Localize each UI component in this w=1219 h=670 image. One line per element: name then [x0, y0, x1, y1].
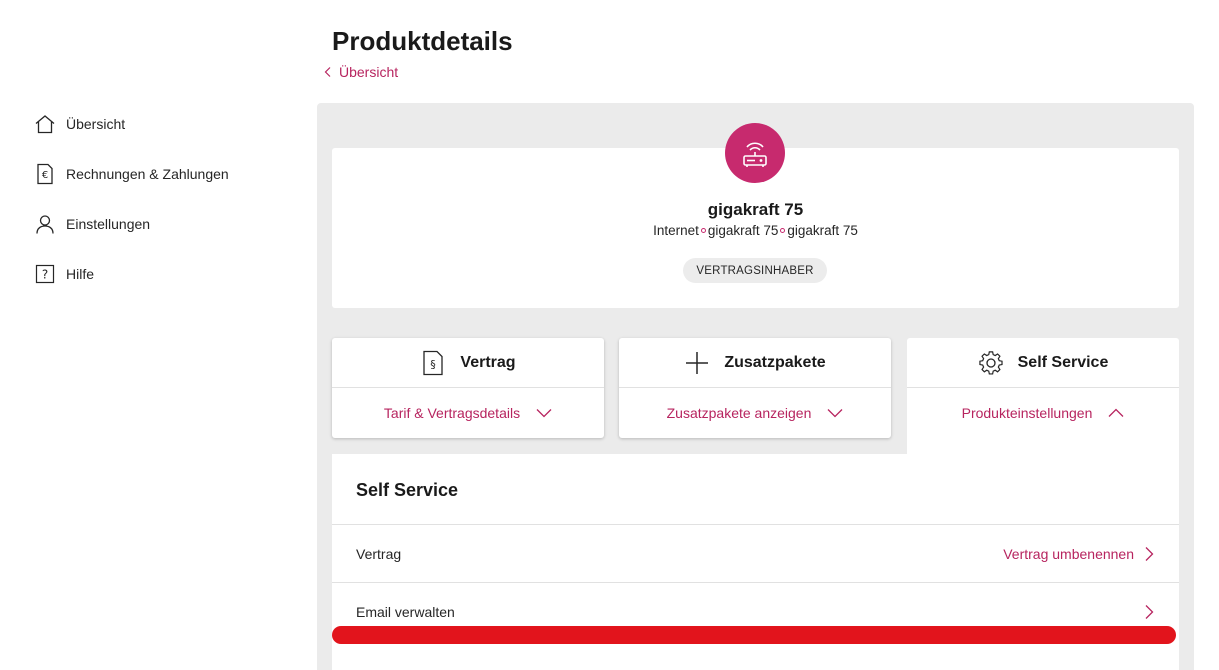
tile-header: Zusatzpakete: [619, 338, 891, 388]
chevron-up-icon: [1108, 408, 1124, 417]
product-type: Internet: [653, 223, 699, 238]
product-tariff: gigakraft 75: [707, 223, 779, 238]
addons-toggle[interactable]: Zusatzpakete anzeigen: [619, 388, 891, 438]
chevron-down-icon: [827, 409, 843, 418]
contract-icon: §: [420, 350, 446, 376]
product-settings-toggle[interactable]: Produkteinstellungen: [907, 388, 1179, 438]
help-icon: ?: [34, 263, 56, 285]
sidebar-item-invoices[interactable]: € Rechnungen & Zahlungen: [34, 162, 229, 186]
router-icon: [725, 123, 785, 183]
chevron-right-icon: [1145, 604, 1154, 619]
sidebar-item-help[interactable]: ? Hilfe: [34, 262, 94, 286]
breadcrumb-label: Übersicht: [339, 64, 399, 80]
sidebar-item-overview[interactable]: Übersicht: [34, 112, 125, 136]
row-action-label: Vertrag umbenennen: [1003, 545, 1134, 562]
list-item-vertrag[interactable]: Vertrag Vertrag umbenennen: [332, 524, 1179, 582]
product-variant: gigakraft 75: [787, 223, 858, 238]
product-name: gigakraft 75: [707, 200, 804, 219]
tile-title: Self Service: [1017, 353, 1109, 371]
tile-header: § Vertrag: [332, 338, 604, 388]
chevron-left-icon: [324, 67, 331, 77]
tile-zusatzpakete: Zusatzpakete Zusatzpakete anzeigen: [619, 338, 891, 438]
tile-link-label: Tarif & Vertragsdetails: [383, 405, 521, 421]
svg-text:§: §: [431, 358, 437, 371]
role-badge: VERTRAGSINHABER: [683, 258, 827, 283]
tile-link-label: Zusatzpakete anzeigen: [666, 405, 812, 421]
tile-vertrag: § Vertrag Tarif & Vertragsdetails: [332, 338, 604, 438]
sidebar-item-label: Rechnungen & Zahlungen: [66, 166, 229, 182]
tile-title: Zusatzpakete: [724, 353, 826, 371]
invoice-icon: €: [34, 163, 56, 185]
separator-dot-icon: [700, 228, 706, 234]
chevron-down-icon: [536, 409, 552, 418]
plus-icon: [684, 350, 710, 376]
row-label: Email verwalten: [356, 603, 455, 620]
sidebar-item-label: Einstellungen: [66, 216, 151, 232]
chevron-right-icon: [1145, 546, 1154, 561]
row-label: Vertrag: [356, 545, 402, 562]
tile-self-service: Self Service Produkteinstellungen: [907, 338, 1179, 454]
tile-link-label: Produkteinstellungen: [961, 405, 1093, 421]
page-title: Produktdetails: [332, 26, 513, 56]
tile-header: Self Service: [907, 338, 1179, 388]
gear-icon: [978, 350, 1004, 376]
separator-dot-icon: [780, 228, 786, 234]
svg-text:€: €: [42, 170, 48, 181]
svg-text:?: ?: [42, 268, 48, 282]
home-icon: [34, 113, 56, 135]
self-service-title: Self Service: [356, 480, 459, 500]
sidebar-item-settings[interactable]: Einstellungen: [34, 212, 150, 236]
sidebar: Übersicht € Rechnungen & Zahlungen Einst…: [0, 0, 300, 670]
breadcrumb-back-link[interactable]: Übersicht: [322, 64, 398, 80]
tariff-details-toggle[interactable]: Tarif & Vertragsdetails: [332, 388, 604, 438]
rename-contract-link[interactable]: Vertrag umbenennen: [1003, 546, 1154, 562]
sidebar-item-label: Übersicht: [66, 116, 126, 132]
manage-email-link[interactable]: [1134, 604, 1154, 620]
sidebar-item-label: Hilfe: [66, 266, 95, 282]
user-icon: [34, 213, 56, 235]
highlight-bar: [332, 626, 1176, 644]
tile-title: Vertrag: [460, 353, 516, 371]
product-subtitle: Internet gigakraft 75 gigakraft 75: [332, 223, 1179, 238]
